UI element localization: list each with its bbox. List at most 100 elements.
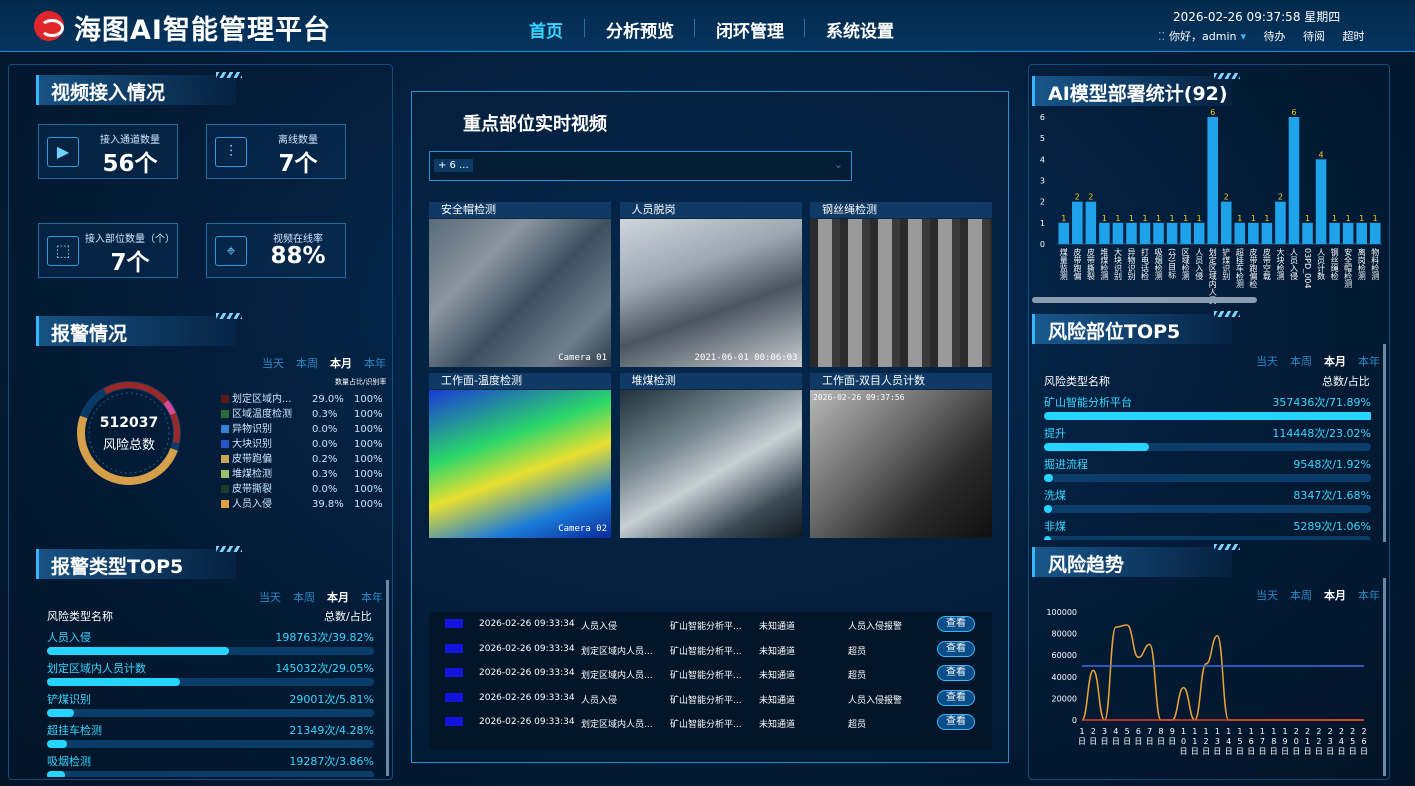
- bar-mark[interactable]: [1058, 222, 1070, 244]
- bar-mark[interactable]: [1112, 222, 1124, 244]
- bar-mark[interactable]: [1099, 222, 1110, 244]
- nav-closed-loop[interactable]: 闭环管理: [716, 17, 784, 42]
- user-greeting[interactable]: 你好，admin: [1169, 30, 1236, 43]
- bar-mark[interactable]: [1261, 222, 1273, 244]
- alarm-row[interactable]: 2026-02-26 09:33:34 划定区域内人员... 矿山智能分析平... 未…: [429, 661, 992, 686]
- camera-tile[interactable]: 堆煤检测: [619, 373, 802, 538]
- line-x-tick: 18日: [1270, 727, 1278, 756]
- alarm-view-button[interactable]: 查看: [937, 616, 975, 632]
- top5-row[interactable]: 划定区域内人员计数 145032次/29.05%: [47, 660, 374, 691]
- line-x-tick: 3日: [1101, 727, 1109, 746]
- camera-video[interactable]: 2026-02-26 09:37:56: [810, 390, 992, 538]
- filter-year[interactable]: 本年: [361, 591, 383, 604]
- bar-mark[interactable]: [1369, 222, 1381, 244]
- top5-row[interactable]: 矿山智能分析平台 357436次/71.89%: [1044, 394, 1371, 425]
- bar-mark[interactable]: [1072, 201, 1083, 244]
- alarm-view-button[interactable]: 查看: [937, 689, 975, 706]
- nav-analysis-preview[interactable]: 分析预览: [606, 17, 674, 42]
- bar-mark[interactable]: [1220, 201, 1232, 244]
- top5-row[interactable]: 超挂车检测 21349次/4.28%: [47, 722, 374, 753]
- alarm-view-button[interactable]: 查看: [937, 640, 975, 657]
- legend-percent: 0.3%: [312, 469, 338, 480]
- alarm-time: 2026-02-26 09:33:34: [479, 643, 575, 654]
- filter-week[interactable]: 本周: [293, 591, 315, 604]
- legend-name: 异物识别: [232, 424, 272, 435]
- alarm-row[interactable]: 2026-02-26 09:33:34 人员入侵 矿山智能分析平... 未知通道 人员入…: [429, 686, 992, 711]
- bar-mark[interactable]: [1207, 117, 1219, 244]
- alarm-channel: 未知通道: [759, 720, 796, 730]
- filter-today[interactable]: 当天: [259, 591, 281, 604]
- bar-mark[interactable]: [1342, 222, 1354, 244]
- ring-segment-intrusion: [77, 381, 181, 485]
- filter-today[interactable]: 当天: [262, 357, 284, 370]
- top5-bar-track: [1044, 536, 1371, 540]
- bar-mark[interactable]: [1275, 201, 1286, 244]
- user-dropdown-icon[interactable]: ▾: [1240, 30, 1246, 43]
- filter-month[interactable]: 本月: [1324, 355, 1346, 368]
- nav-system-settings[interactable]: 系统设置: [826, 17, 894, 42]
- filter-year[interactable]: 本年: [364, 357, 386, 370]
- bar-mark[interactable]: [1356, 222, 1367, 244]
- bar-mark[interactable]: [1139, 222, 1151, 244]
- camera-tile[interactable]: 工作面-双目人员计数 2026-02-26 09:37:56: [810, 373, 992, 538]
- camera-video[interactable]: Camera 01: [429, 219, 611, 367]
- top5-row[interactable]: 吸烟检测 19287次/3.86%: [47, 753, 374, 777]
- filter-week[interactable]: 本周: [296, 357, 318, 370]
- nav-home[interactable]: 首页: [529, 17, 563, 42]
- alarm-top5-col-value: 总数/占比: [324, 610, 372, 623]
- top5-row[interactable]: 掘进流程 9548次/1.92%: [1044, 456, 1371, 487]
- line-series[interactable]: [1081, 624, 1364, 721]
- link-todo[interactable]: 待办: [1264, 30, 1286, 43]
- link-timeout[interactable]: 超时: [1343, 30, 1365, 43]
- legend-name: 大块识别: [232, 439, 272, 450]
- camera-video[interactable]: Camera 02: [429, 390, 611, 538]
- alarm-row[interactable]: 2026-02-26 09:33:34 人员入侵 矿山智能分析平... 未知通道 人员入…: [429, 612, 992, 637]
- camera-video[interactable]: [619, 390, 802, 538]
- bar-mark[interactable]: [1234, 222, 1246, 244]
- filter-year[interactable]: 本年: [1358, 355, 1380, 368]
- bar-chart-scrollbar[interactable]: [1032, 297, 1257, 303]
- top5-row[interactable]: 人员入侵 198763次/39.82%: [47, 629, 374, 660]
- filter-month[interactable]: 本月: [330, 357, 352, 370]
- alarm-row[interactable]: 2026-02-26 09:33:34 划定区域内人员... 矿山智能分析平... 未…: [429, 637, 992, 662]
- line-y-tick: 40000: [1052, 673, 1077, 682]
- top5-value: 9548次/1.92%: [1293, 458, 1371, 471]
- camera-video[interactable]: 2021-06-01 00:06:03: [619, 219, 802, 367]
- bar-mark[interactable]: [1315, 159, 1327, 244]
- risk-trend-scrollbar[interactable]: [1383, 578, 1386, 776]
- alarm-view-button[interactable]: 查看: [937, 665, 975, 681]
- alarm-top5-scrollbar[interactable]: [386, 580, 389, 776]
- camera-tile[interactable]: 工作面-温度检测 Camera 02: [429, 373, 611, 538]
- link-to-read[interactable]: 待阅: [1303, 30, 1325, 43]
- bar-mark[interactable]: [1085, 201, 1097, 244]
- top5-row[interactable]: 非煤 5289次/1.06%: [1044, 518, 1371, 540]
- top5-row[interactable]: 提升 114448次/23.02%: [1044, 425, 1371, 456]
- bar-mark[interactable]: [1288, 117, 1300, 244]
- bar-mark[interactable]: [1248, 222, 1259, 244]
- top5-row[interactable]: 铲煤识别 29001次/5.81%: [47, 691, 374, 722]
- filter-today[interactable]: 当天: [1256, 355, 1278, 368]
- chevron-down-icon[interactable]: ⌄: [834, 158, 843, 171]
- risk-top5-scrollbar[interactable]: [1383, 344, 1386, 542]
- alarm-view-button[interactable]: 查看: [937, 714, 975, 730]
- alarm-row[interactable]: 2026-02-26 09:33:34 划定区域内人员... 矿山智能分析平... 未…: [429, 710, 992, 735]
- bar-mark[interactable]: [1329, 222, 1340, 244]
- filter-week[interactable]: 本周: [1290, 355, 1312, 368]
- bar-mark[interactable]: [1193, 222, 1205, 244]
- filter-month[interactable]: 本月: [327, 591, 349, 604]
- camera-tile[interactable]: 安全帽检测 Camera 01: [429, 202, 611, 367]
- bar-mark[interactable]: [1153, 222, 1164, 244]
- camera-tile[interactable]: 钢丝绳检测: [810, 202, 992, 367]
- alarm-title: 报警情况: [51, 323, 128, 345]
- camera-select[interactable]: + 6 ... ⌄: [429, 151, 852, 181]
- camera-select-tag[interactable]: + 6 ...: [434, 159, 473, 172]
- camera-tile[interactable]: 人员脱岗 2021-06-01 00:06:03: [619, 202, 802, 367]
- bar-mark[interactable]: [1302, 222, 1313, 244]
- bar-mark[interactable]: [1166, 222, 1178, 244]
- bar-value-label: 6: [1291, 108, 1296, 117]
- frame-icon: ⬚: [47, 236, 79, 266]
- top5-row[interactable]: 洗煤 8347次/1.68%: [1044, 487, 1371, 518]
- bar-mark[interactable]: [1126, 222, 1137, 244]
- camera-video[interactable]: [810, 219, 992, 367]
- bar-mark[interactable]: [1180, 222, 1191, 244]
